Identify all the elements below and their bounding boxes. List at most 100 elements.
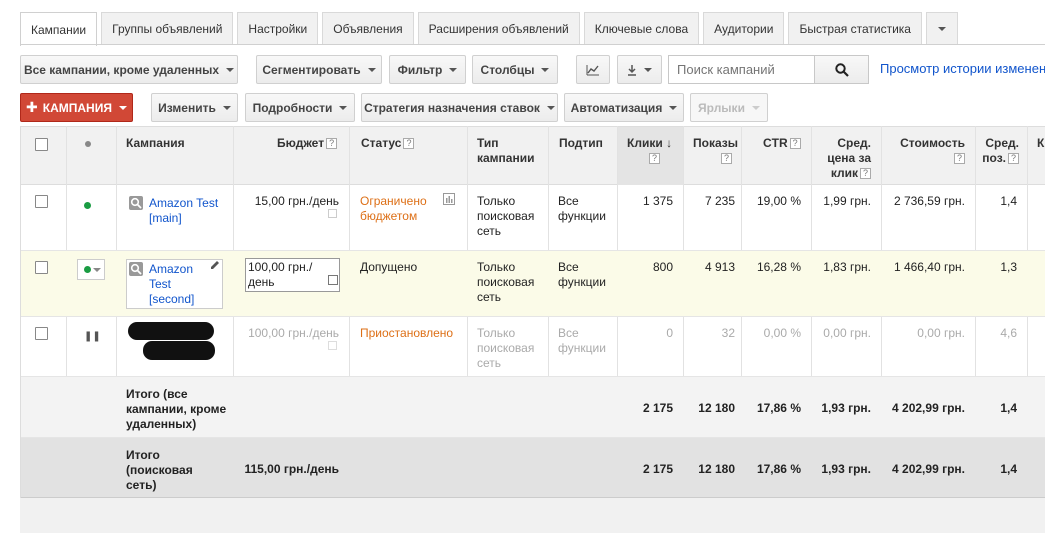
- search-campaigns-input[interactable]: [668, 55, 814, 84]
- chevron-down-icon: [937, 27, 946, 31]
- header-budget[interactable]: Бюджет?: [277, 136, 347, 151]
- cost-value: 1 466,40 грн.: [893, 260, 965, 274]
- totals-label: Итого (поисковая сеть): [126, 448, 193, 492]
- impressions-value: 32: [721, 326, 735, 340]
- help-icon[interactable]: ?: [721, 153, 732, 165]
- download-button[interactable]: [617, 55, 662, 84]
- bar-chart-icon[interactable]: [443, 193, 455, 208]
- tab-ad-extensions[interactable]: Расширения объявлений: [417, 12, 580, 45]
- tab-bar: Кампании Группы объявлений Настройки Объ…: [20, 12, 962, 46]
- search-icon: [834, 62, 849, 77]
- filter-button[interactable]: Фильтр: [389, 55, 466, 84]
- tab-ad-groups[interactable]: Группы объявлений: [101, 12, 234, 45]
- total-avg-position: 1,4: [1000, 401, 1017, 415]
- budget-value[interactable]: 15,00 грн./день: [235, 194, 339, 209]
- campaign-type: Только поисковая сеть: [477, 194, 535, 238]
- total-impressions: 12 180: [698, 401, 735, 415]
- help-icon[interactable]: ?: [649, 153, 660, 165]
- ctr-value: 19,00 %: [756, 194, 801, 208]
- add-campaign-button[interactable]: ✚ КАМПАНИЯ: [20, 93, 133, 122]
- header-cost[interactable]: Стоимость?: [889, 136, 965, 166]
- enabled-status-icon: [84, 266, 91, 273]
- header-subtype[interactable]: Подтип: [559, 136, 603, 151]
- search-button[interactable]: [814, 55, 869, 84]
- select-all-checkbox[interactable]: [35, 138, 48, 151]
- tab-keywords[interactable]: Ключевые слова: [583, 12, 700, 45]
- header-cost-label: Стоимость: [900, 136, 965, 150]
- budget-edit-icon[interactable]: [328, 341, 337, 350]
- budget-value[interactable]: 100,00 грн./день: [235, 326, 339, 341]
- chevron-down-icon: [541, 67, 550, 72]
- help-icon[interactable]: ?: [326, 138, 338, 150]
- campaign-filter-dropdown[interactable]: Все кампании, кроме удаленных: [20, 55, 238, 84]
- change-history-link[interactable]: Просмотр истории изменений: [880, 61, 1045, 76]
- columns-button[interactable]: Столбцы: [472, 55, 558, 84]
- edit-button[interactable]: Изменить: [151, 93, 238, 122]
- paused-status-icon[interactable]: ❚❚: [84, 331, 101, 342]
- table-header: Кампания Бюджет? Статус? Тип кампании По…: [21, 126, 1045, 185]
- chevron-down-icon: [669, 105, 678, 110]
- tab-settings[interactable]: Настройки: [237, 12, 319, 45]
- tab-quick-stats[interactable]: Быстрая статистика: [788, 12, 922, 45]
- chevron-down-icon: [93, 268, 101, 272]
- total-budget: 115,00 грн./день: [244, 462, 339, 476]
- help-icon[interactable]: ?: [954, 153, 965, 165]
- labels-button[interactable]: Ярлыки: [690, 93, 768, 122]
- clicks-value: 1 375: [642, 194, 673, 208]
- impressions-value: 4 913: [704, 260, 735, 274]
- help-icon[interactable]: ?: [789, 138, 801, 150]
- row-checkbox[interactable]: [35, 195, 48, 208]
- help-icon[interactable]: ?: [403, 138, 415, 150]
- status-dot-icon: [85, 141, 91, 147]
- totals-row: Итого (поисковая сеть) 115,00 грн./день …: [21, 438, 1045, 498]
- header-ctr[interactable]: CTR?: [763, 136, 801, 151]
- ctr-value: 16,28 %: [756, 260, 801, 274]
- header-clicks-label: Клики: [627, 136, 663, 150]
- header-campaign-type[interactable]: Тип кампании: [477, 136, 543, 166]
- help-icon[interactable]: ?: [860, 168, 871, 180]
- enabled-status-icon[interactable]: [84, 202, 91, 209]
- tab-campaigns[interactable]: Кампании: [20, 12, 98, 46]
- campaign-name-link[interactable]: Amazon Test [second]: [149, 262, 209, 307]
- chevron-down-icon: [226, 67, 235, 72]
- budget-value[interactable]: 100,00 грн./день: [245, 258, 340, 292]
- campaign-type: Только поисковая сеть: [477, 326, 535, 370]
- row-checkbox[interactable]: [35, 261, 48, 274]
- segment-label: Сегментировать: [262, 62, 361, 77]
- details-label: Подробности: [252, 100, 333, 115]
- search-network-icon: [129, 262, 143, 276]
- details-button[interactable]: Подробности: [245, 93, 355, 122]
- header-impressions[interactable]: Показы?: [693, 136, 738, 166]
- avg-position-value: 4,6: [1000, 326, 1017, 340]
- tab-audiences[interactable]: Аудитории: [703, 12, 785, 45]
- more-tabs-button[interactable]: [925, 12, 958, 45]
- tab-ads[interactable]: Объявления: [322, 12, 414, 45]
- clicks-value: 0: [666, 326, 673, 340]
- automation-label: Автоматизация: [570, 100, 663, 115]
- pencil-icon[interactable]: [209, 259, 221, 274]
- header-next-column[interactable]: К: [1037, 136, 1044, 151]
- budget-edit-icon[interactable]: [328, 275, 338, 285]
- avg-cpc-value: 1,99 грн.: [823, 194, 871, 208]
- campaign-subtype: Все функции: [558, 326, 606, 355]
- help-icon[interactable]: ?: [1008, 153, 1019, 165]
- header-status[interactable]: Статус?: [361, 136, 415, 151]
- status-dropdown[interactable]: [77, 259, 105, 280]
- tabs-divider: [20, 44, 1045, 45]
- status-text: Допущено: [360, 260, 418, 274]
- chevron-down-icon: [339, 105, 348, 110]
- segment-button[interactable]: Сегментировать: [256, 55, 382, 84]
- cost-value: 2 736,59 грн.: [893, 194, 965, 208]
- chart-toggle-button[interactable]: [576, 55, 610, 84]
- row-checkbox[interactable]: [35, 327, 48, 340]
- campaign-name-link[interactable]: Amazon Test [main]: [149, 196, 219, 226]
- bid-strategy-button[interactable]: Стратегия назначения ставок: [361, 93, 558, 122]
- automation-button[interactable]: Автоматизация: [564, 93, 684, 122]
- header-clicks[interactable]: Клики ↓?: [627, 136, 672, 166]
- header-campaign[interactable]: Кампания: [126, 136, 185, 151]
- header-avg-cpc[interactable]: Сред. цена за клик?: [817, 136, 871, 181]
- header-avg-position[interactable]: Сред. поз.?: [979, 136, 1019, 166]
- ctr-value: 0,00 %: [763, 326, 801, 340]
- budget-edit-icon[interactable]: [328, 209, 337, 218]
- header-status-label: Статус: [361, 136, 402, 150]
